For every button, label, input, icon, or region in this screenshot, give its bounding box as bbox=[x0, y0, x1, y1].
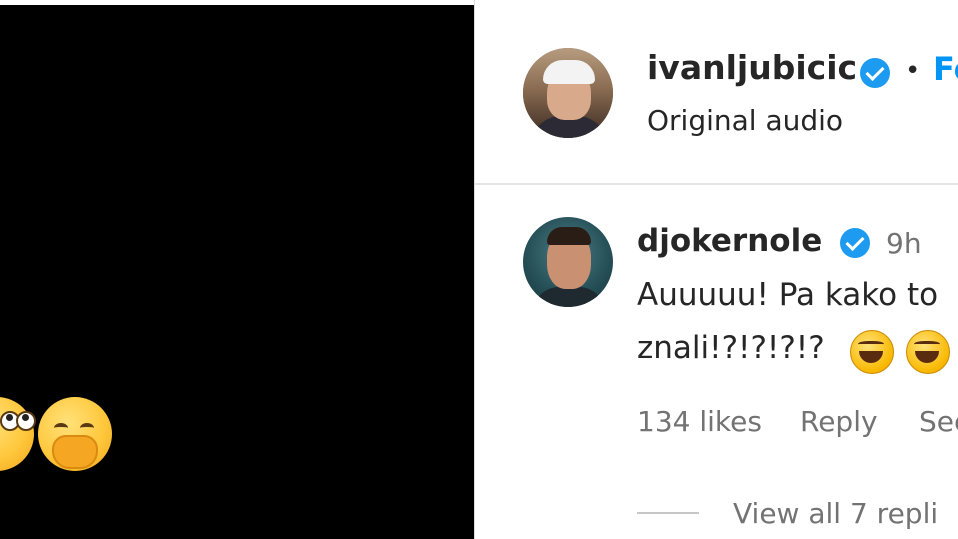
rolling-laughing-emoji-icon bbox=[906, 330, 950, 374]
commenter-avatar[interactable] bbox=[523, 217, 613, 307]
post-author-username[interactable]: ivanljubicic bbox=[647, 48, 857, 87]
face-with-hand-over-mouth-emoji bbox=[38, 397, 112, 471]
verified-icon bbox=[860, 58, 890, 88]
comment-author-username[interactable]: djokernole bbox=[637, 223, 822, 259]
post-side-panel: ivanljubicic • Fo Original audio djokern… bbox=[474, 0, 958, 539]
comment-text-line: Auuuuu! Pa kako to bbox=[637, 277, 939, 313]
replies-divider bbox=[637, 512, 699, 514]
rolling-laughing-emoji-icon bbox=[850, 330, 894, 374]
reel-video-area[interactable] bbox=[0, 5, 474, 539]
follow-button[interactable]: Fo bbox=[933, 50, 958, 88]
post-header: ivanljubicic • Fo Original audio bbox=[475, 0, 958, 185]
comment-text-line: znali!?!?!?!? bbox=[637, 330, 825, 366]
separator-dot: • bbox=[905, 56, 921, 86]
view-replies-button[interactable]: View all 7 repli bbox=[733, 497, 938, 530]
comment-likes-count[interactable]: 134 likes bbox=[637, 405, 762, 438]
verified-icon bbox=[840, 228, 870, 258]
author-avatar[interactable] bbox=[523, 48, 613, 138]
see-translation-button[interactable]: See bbox=[919, 405, 958, 438]
comment-timestamp[interactable]: 9h bbox=[886, 227, 922, 260]
audio-link[interactable]: Original audio bbox=[647, 104, 843, 137]
face-with-rolling-eyes-emoji bbox=[0, 397, 36, 471]
reply-button[interactable]: Reply bbox=[800, 405, 878, 438]
